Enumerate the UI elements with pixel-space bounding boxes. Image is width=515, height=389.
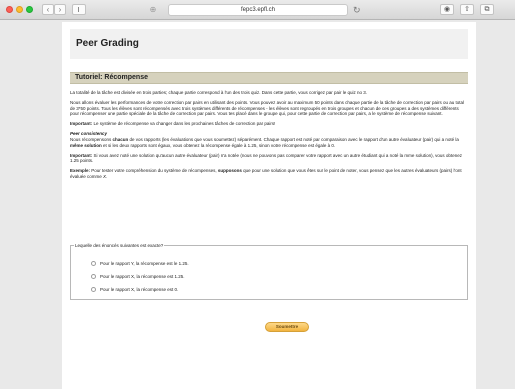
example-text: Pour tester votre compréhension du systè…	[90, 168, 218, 174]
page-content: Peer Grading Tutoriel: Récompense La tot…	[62, 22, 476, 389]
example-label: Exemple:	[70, 168, 91, 174]
radio-button[interactable]	[91, 261, 96, 266]
consistency-paragraph: Peer consistency Nous récompensons chacu…	[70, 131, 468, 148]
forward-button[interactable]: ›	[54, 4, 66, 15]
important-label: Important:	[70, 121, 93, 127]
example-paragraph: Exemple: Pour tester votre compréhension…	[70, 168, 468, 179]
reload-icon[interactable]: ↻	[353, 4, 361, 16]
option-label: Pour le rapport Y, la récompense est le …	[100, 261, 189, 266]
quiz-question: Lequelle des énoncés suivantes est exact…	[74, 243, 165, 248]
share-button[interactable]: ⇧	[460, 4, 474, 15]
back-button[interactable]: ‹	[42, 4, 54, 15]
consistency-emphasis: chacun	[112, 137, 129, 143]
address-bar[interactable]: fepc3.epfl.ch	[168, 4, 348, 16]
submit-button[interactable]: Soumettre	[265, 322, 309, 332]
option-label: Pour le rapport X, la récompense est 1.2…	[100, 274, 185, 279]
tab-overview-button[interactable]: ⧉	[480, 4, 494, 15]
tutorial-content: La totalité de la tâche est divisée en t…	[70, 90, 468, 184]
option-label: Pour le rapport X, la récompense est 0.	[100, 287, 179, 292]
quiz-option-3[interactable]: Pour le rapport X, la récompense est 0.	[91, 286, 178, 293]
privacy-shield-icon[interactable]: ⊕	[148, 4, 158, 15]
quiz-fieldset: Lequelle des énoncés suivantes est exact…	[70, 243, 468, 300]
tabs-icon: ⧉	[484, 6, 490, 13]
extension-icon: ◉	[443, 6, 451, 13]
consistency-text: Nous récompensons	[70, 137, 113, 143]
consistency-text: de vos rapports (les évaluations que vou…	[128, 137, 459, 143]
minimize-window-button[interactable]	[16, 6, 23, 13]
chevron-left-icon: ‹	[46, 5, 50, 14]
browser-toolbar: ‹ › ⊕ fepc3.epfl.ch ↻ ◉ ⇧ ⧉	[0, 0, 515, 20]
important-note: Important: Le système de récompense va c…	[70, 121, 468, 127]
consistency-title: Peer consistency	[70, 131, 108, 137]
page-title: Peer Grading	[76, 38, 139, 49]
important-text: Le système de récompense va changer dans…	[92, 121, 276, 127]
extension-button[interactable]: ◉	[440, 4, 454, 15]
important-label: Important:	[70, 152, 93, 158]
tutorial-title: Tutoriel: Récompense	[75, 74, 148, 81]
example-text: .	[106, 174, 108, 180]
important-note-2: Important: Si vous avez noté une solutio…	[70, 153, 468, 164]
zoom-window-button[interactable]	[26, 6, 33, 13]
url-text: fepc3.epfl.ch	[240, 7, 276, 13]
quiz-option-1[interactable]: Pour le rapport Y, la récompense est le …	[91, 260, 189, 267]
chevron-right-icon: ›	[58, 5, 62, 14]
sidebar-toggle-button[interactable]	[72, 4, 86, 15]
close-window-button[interactable]	[6, 6, 13, 13]
consistency-emphasis: même solution	[70, 142, 102, 148]
points-paragraph: Nous allons évaluer les performances de …	[70, 100, 464, 117]
radio-button[interactable]	[91, 274, 96, 279]
quiz-option-2[interactable]: Pour le rapport X, la récompense est 1.2…	[91, 273, 185, 280]
important-text: Si vous avez noté une solution qu'aucun …	[70, 152, 462, 164]
intro-paragraph: La totalité de la tâche est divisée en t…	[70, 90, 368, 95]
share-icon: ⇧	[464, 6, 470, 13]
consistency-text: et si les deux rapports sont égaux, vous…	[101, 142, 336, 148]
page-header: Peer Grading	[70, 29, 468, 59]
tutorial-bar: Tutoriel: Récompense	[70, 72, 468, 84]
example-emphasis: supposons	[217, 168, 242, 174]
radio-button[interactable]	[91, 287, 96, 292]
